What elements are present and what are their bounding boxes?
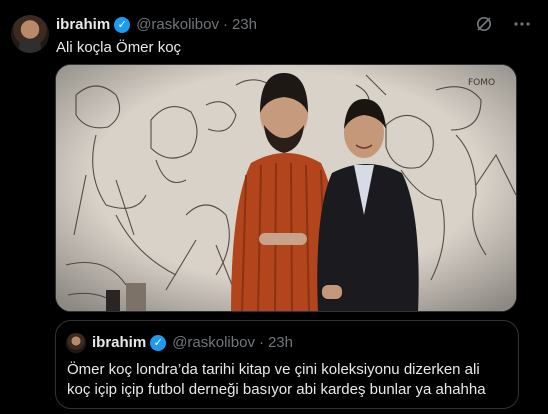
quoted-author-name: ibrahim <box>92 334 147 351</box>
tweet-text: Ali koçla Ömer koç <box>56 39 182 56</box>
author-name[interactable]: ibrahim <box>56 16 110 33</box>
tweet-photo[interactable]: FOMO <box>55 64 517 312</box>
verified-badge-icon: ✓ <box>150 334 167 351</box>
quoted-tweet-header: ibrahim ✓ @raskolibov · 23h <box>92 334 293 351</box>
author-handle[interactable]: @raskolibov <box>136 16 219 33</box>
tweet-time[interactable]: 23h <box>232 16 257 33</box>
photo-illustration: FOMO <box>56 65 516 311</box>
quoted-author-avatar <box>66 333 86 353</box>
verified-badge-icon: ✓ <box>114 16 131 33</box>
tweet[interactable]: ibrahim ✓ @raskolibov · 23h Ali koçla Öm… <box>0 0 548 414</box>
grok-icon[interactable] <box>474 14 494 34</box>
quoted-tweet-text: Ömer koç londra’da tarihi kitap ve çini … <box>67 361 486 398</box>
more-icon[interactable] <box>512 14 532 34</box>
quoted-tweet-time: 23h <box>267 334 293 351</box>
separator-dot: · <box>258 334 264 351</box>
author-avatar[interactable] <box>11 15 49 53</box>
quoted-tweet[interactable]: ibrahim ✓ @raskolibov · 23h Ömer koç lon… <box>55 320 519 409</box>
tweet-header: ibrahim ✓ @raskolibov · 23h <box>56 16 257 33</box>
svg-text:FOMO: FOMO <box>468 78 495 88</box>
separator-dot: · <box>222 16 228 33</box>
quoted-author-handle: @raskolibov <box>172 334 255 351</box>
tweet-actions-top <box>474 14 532 34</box>
